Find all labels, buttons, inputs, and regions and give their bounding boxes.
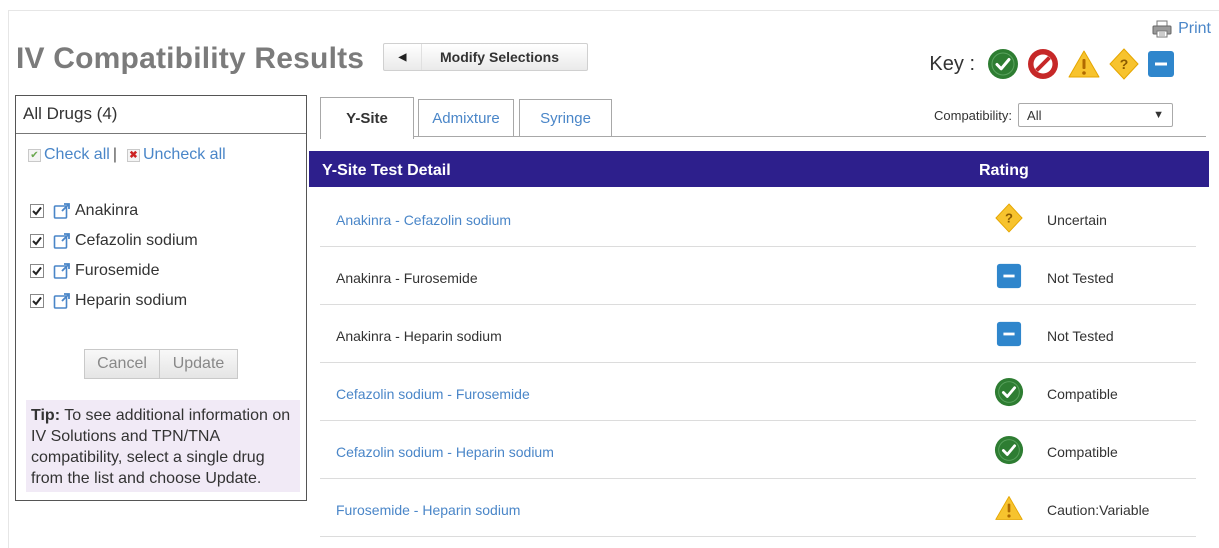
drug-panel-heading: All Drugs (4): [16, 96, 306, 134]
drug-label: Furosemide: [75, 262, 160, 279]
table-row: Anakinra - Cefazolin sodium ? Uncertain: [320, 189, 1196, 247]
drug-pair-link[interactable]: Furosemide - Heparin sodium: [336, 502, 520, 518]
external-link-icon[interactable]: [53, 232, 71, 250]
rating-text: Uncertain: [1047, 212, 1107, 228]
drug-pair-link[interactable]: Anakinra - Cefazolin sodium: [336, 212, 511, 228]
not-tested-icon: [1148, 51, 1174, 77]
modify-selections-label: Modify Selections: [439, 49, 560, 65]
compatibility-filter-label: Compatibility:: [934, 107, 1013, 123]
col-test-detail: Y-Site Test Detail: [322, 162, 451, 179]
caution-icon: [994, 493, 1024, 523]
key-label: Key :: [929, 52, 975, 75]
not-tested-icon: [994, 319, 1024, 349]
printer-icon: [1152, 20, 1172, 38]
drug-label: Cefazolin sodium: [75, 232, 198, 249]
rating-text: Not Tested: [1047, 270, 1114, 286]
drug-list: Anakinra Cefazolin sodium Furosemide Hep…: [30, 196, 198, 316]
compatible-icon: [988, 49, 1018, 79]
tab-divider: [414, 136, 1206, 137]
tab-admixture[interactable]: Admixture: [418, 99, 514, 137]
table-row: Cefazolin sodium - Heparin sodium Compat…: [320, 421, 1196, 479]
tab-y-site[interactable]: Y-Site: [320, 97, 414, 139]
uncheck-all-link[interactable]: Uncheck all: [143, 146, 226, 164]
table-row: Anakinra - Heparin sodium Not Tested: [320, 305, 1196, 363]
check-all-link[interactable]: Check all: [44, 146, 110, 164]
not-tested-icon: [994, 261, 1024, 291]
check-links: ✔ Check all | ✖ Uncheck all: [28, 146, 226, 164]
compatibility-select[interactable]: All ▼: [1018, 103, 1174, 127]
external-link-icon[interactable]: [53, 292, 71, 310]
tip-text: To see additional information on IV Solu…: [31, 407, 291, 487]
update-button[interactable]: Update: [160, 349, 238, 379]
modify-selections-button[interactable]: ◀ Modify Selections: [383, 43, 588, 71]
rating-text: Not Tested: [1047, 328, 1114, 344]
drug-checkbox[interactable]: [30, 234, 44, 248]
drug-panel: All Drugs (4) ✔ Check all | ✖ Uncheck al…: [15, 95, 307, 501]
incompatible-icon: [1028, 49, 1058, 79]
compatible-icon: [994, 377, 1024, 407]
uncertain-icon: ?: [1109, 48, 1139, 80]
rating-key: Key : ?: [929, 48, 1175, 80]
results-table: Anakinra - Cefazolin sodium ? Uncertain …: [320, 189, 1196, 537]
external-link-icon[interactable]: [53, 262, 71, 280]
table-row: Furosemide - Heparin sodium Caution:Vari…: [320, 479, 1196, 537]
print-link[interactable]: Print: [1152, 20, 1211, 38]
results-header: Y-Site Test Detail Rating: [309, 151, 1209, 187]
cancel-button[interactable]: Cancel: [84, 349, 160, 379]
drug-item: Heparin sodium: [30, 286, 198, 316]
drug-item: Cefazolin sodium: [30, 226, 198, 256]
checkmark-icon: [32, 236, 42, 246]
drug-pair: Anakinra - Heparin sodium: [336, 328, 502, 344]
page-title: IV Compatibility Results: [16, 42, 365, 75]
compatible-icon: [994, 435, 1024, 465]
col-rating: Rating: [979, 162, 1029, 179]
check-all-icon: ✔: [28, 148, 41, 162]
table-row: Anakinra - Furosemide Not Tested: [320, 247, 1196, 305]
chevron-down-icon: ▼: [1153, 109, 1165, 121]
drug-checkbox[interactable]: [30, 264, 44, 278]
separator: |: [112, 146, 117, 163]
compatibility-filter: Compatibility: All ▼: [934, 103, 1174, 127]
drug-item: Furosemide: [30, 256, 198, 286]
compatibility-select-value: All: [1027, 107, 1042, 123]
svg-text:?: ?: [1005, 211, 1013, 226]
drug-label: Heparin sodium: [75, 292, 188, 309]
caret-left-icon: ◀: [384, 44, 422, 70]
uncheck-all-icon: ✖: [126, 148, 140, 162]
tab-syringe[interactable]: Syringe: [519, 99, 612, 137]
drug-pair-link[interactable]: Cefazolin sodium - Heparin sodium: [336, 444, 554, 460]
checkmark-icon: [32, 266, 42, 276]
drug-pair: Anakinra - Furosemide: [336, 270, 478, 286]
tip-box: Tip: To see additional information on IV…: [26, 400, 300, 492]
drug-label: Anakinra: [75, 202, 139, 219]
tip-label: Tip:: [31, 407, 61, 424]
drug-item: Anakinra: [30, 196, 198, 226]
drug-checkbox[interactable]: [30, 294, 44, 308]
svg-text:?: ?: [1120, 56, 1129, 72]
rating-text: Caution:Variable: [1047, 502, 1150, 518]
drug-checkbox[interactable]: [30, 204, 44, 218]
external-link-icon[interactable]: [53, 202, 71, 220]
drug-pair-link[interactable]: Cefazolin sodium - Furosemide: [336, 386, 530, 402]
panel-buttons: Cancel Update: [84, 349, 238, 379]
checkmark-icon: [32, 206, 42, 216]
table-row: Cefazolin sodium - Furosemide Compatible: [320, 363, 1196, 421]
rating-text: Compatible: [1047, 386, 1118, 402]
rating-text: Compatible: [1047, 444, 1118, 460]
uncertain-icon: ?: [994, 203, 1024, 233]
checkmark-icon: [32, 296, 42, 306]
print-label: Print: [1178, 20, 1211, 37]
caution-icon: [1068, 50, 1100, 78]
